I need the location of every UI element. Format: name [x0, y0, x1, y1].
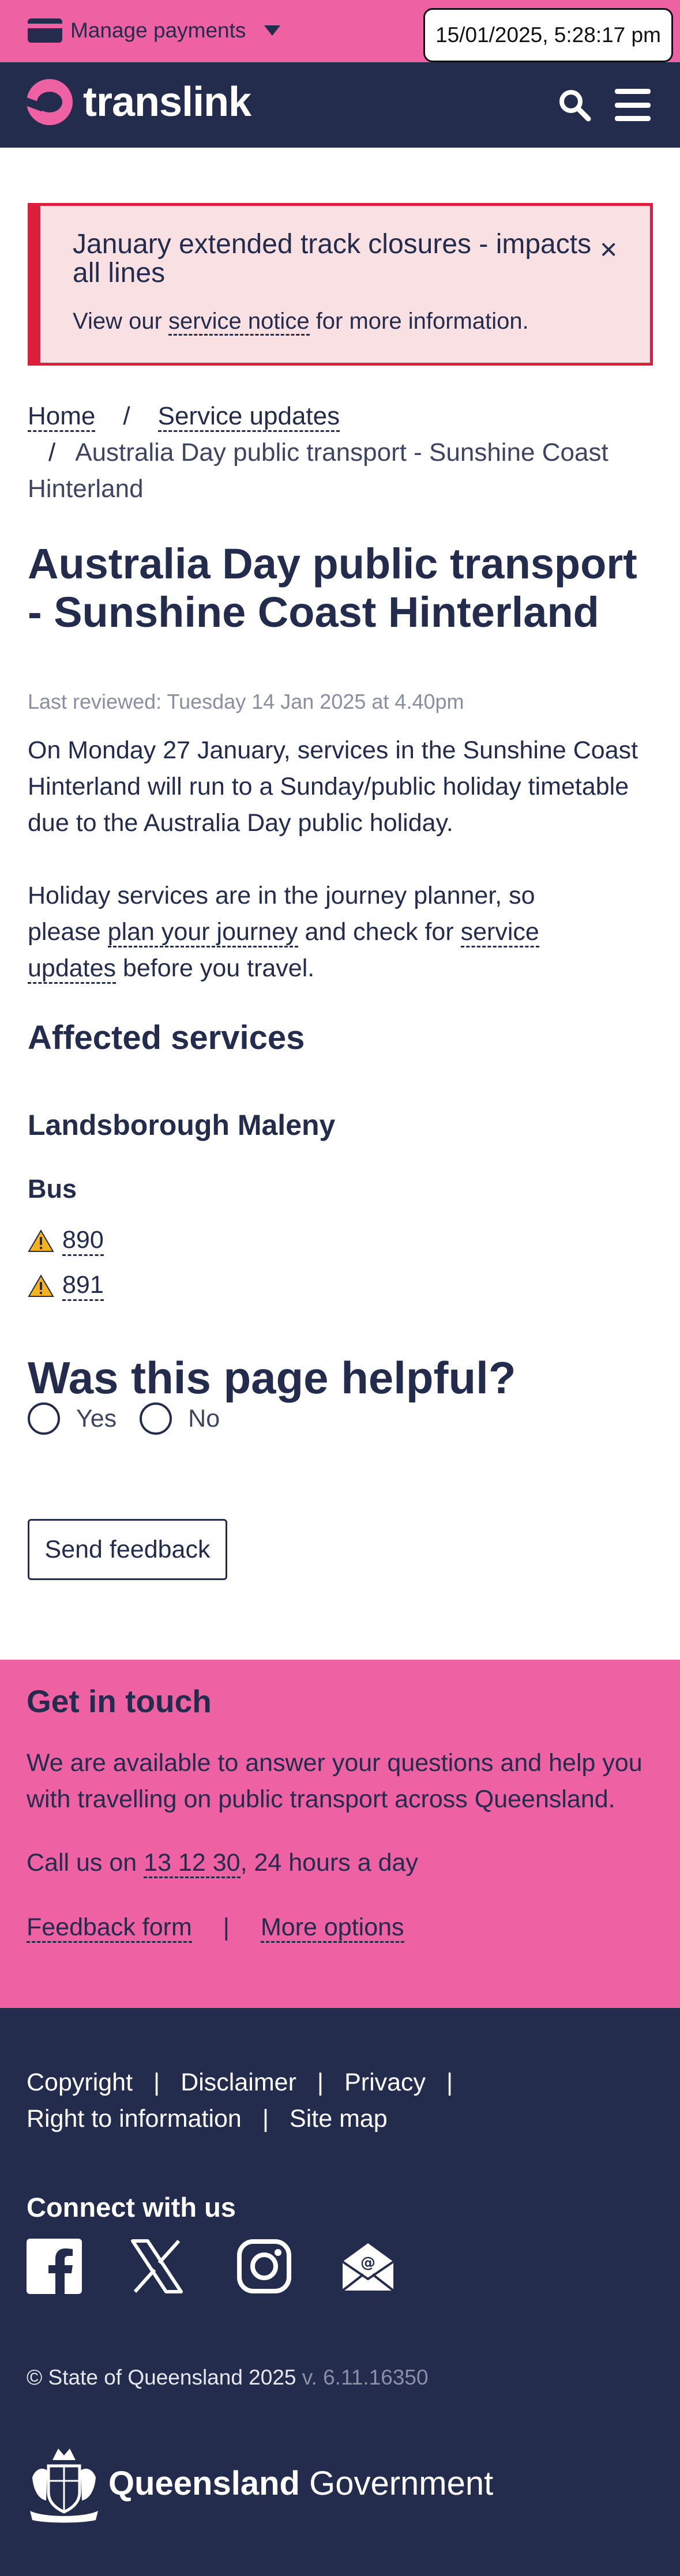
breadcrumb-separator: /: [48, 438, 56, 467]
site-header: translink: [0, 62, 680, 148]
contact-section: Get in touch We are available to answer …: [0, 1660, 680, 2008]
breadcrumb-service-updates[interactable]: Service updates: [157, 402, 340, 432]
x-icon[interactable]: [129, 2239, 185, 2294]
call-text-end: , 24 hours a day: [240, 1849, 418, 1876]
translink-logo[interactable]: translink: [27, 78, 251, 126]
coat-of-arms-icon: [30, 2449, 98, 2523]
link-separator: |: [223, 1913, 230, 1941]
alert-body: View our service notice for more informa…: [73, 309, 529, 336]
mode-heading: Bus: [28, 1174, 77, 1204]
journey-text-mid: and check for: [298, 918, 461, 946]
qg-bold: Queensland: [108, 2464, 300, 2502]
last-reviewed: Last reviewed: Tuesday 14 Jan 2025 at 4.…: [28, 690, 464, 713]
contact-links: Feedback form | More options: [27, 1913, 404, 1943]
service-item[interactable]: 891: [28, 1271, 104, 1301]
site-map-link[interactable]: Site map: [290, 2105, 388, 2133]
phone-link[interactable]: 13 12 30: [144, 1849, 241, 1878]
service-891-link[interactable]: 891: [62, 1271, 104, 1301]
yes-radio[interactable]: [28, 1402, 60, 1435]
yes-label[interactable]: Yes: [76, 1405, 117, 1433]
utility-bar: Manage payments 15/01/2025, 5:28:17 pm: [0, 0, 680, 62]
alert-title: January extended track closures - impact…: [73, 229, 592, 288]
alert-body-text: View our: [73, 309, 169, 334]
breadcrumb-home[interactable]: Home: [28, 402, 96, 432]
site-footer: Copyright | Disclaimer | Privacy | Right to i…: [0, 2008, 680, 2576]
service-890-link[interactable]: 890: [62, 1226, 104, 1256]
page-title: Australia Day public transport - Sunshin…: [28, 540, 637, 636]
contact-heading: Get in touch: [27, 1683, 212, 1719]
journey-text-end: before you travel.: [116, 954, 315, 982]
breadcrumb: Home / Service updates / Australia Day publ…: [28, 398, 656, 507]
manage-payments-button[interactable]: Manage payments: [28, 16, 281, 45]
alert-body-text-end: for more information.: [309, 309, 529, 334]
breadcrumb-current: Australia Day public transport - Sunshin…: [28, 438, 608, 503]
footer-separator: |: [446, 2069, 453, 2096]
intro-paragraph: On Monday 27 January, services in the Su…: [28, 736, 638, 837]
plan-your-journey-link[interactable]: plan your journey: [107, 918, 298, 947]
contact-call: Call us on 13 12 30, 24 hours a day: [27, 1849, 418, 1878]
payment-card-icon: [28, 18, 62, 43]
chevron-down-icon: [264, 25, 281, 36]
feedback-form-link[interactable]: Feedback form: [27, 1913, 192, 1943]
hamburger-menu-icon[interactable]: [615, 89, 651, 121]
queensland-government-wordmark: Queensland Government: [108, 2464, 493, 2503]
helpful-question: Was this page helpful?: [28, 1352, 516, 1403]
breadcrumb-separator: /: [123, 402, 130, 430]
warning-icon: [28, 1229, 54, 1252]
footer-separator: |: [317, 2069, 324, 2096]
search-icon[interactable]: [557, 88, 592, 122]
copyright-text: © State of Queensland 2025 v. 6.11.16350: [27, 2366, 429, 2390]
helpful-radio-group: Yes No: [28, 1402, 220, 1435]
privacy-link[interactable]: Privacy: [344, 2069, 426, 2096]
service-notice-link[interactable]: service notice: [168, 309, 310, 336]
copyright-link[interactable]: Copyright: [27, 2069, 133, 2096]
affected-services-heading: Affected services: [28, 1019, 305, 1056]
email-icon[interactable]: @: [340, 2239, 396, 2294]
service-item[interactable]: 890: [28, 1226, 104, 1256]
route-heading: Landsborough Maleny: [28, 1109, 336, 1141]
no-label[interactable]: No: [188, 1405, 220, 1433]
more-options-link[interactable]: More options: [260, 1913, 404, 1943]
copyright-label: © State of Queensland 2025: [27, 2366, 296, 2389]
translink-logo-icon: [27, 79, 73, 125]
alert-banner: January extended track closures - impact…: [28, 203, 653, 366]
disclaimer-link[interactable]: Disclaimer: [181, 2069, 296, 2096]
facebook-icon[interactable]: [27, 2239, 82, 2294]
footer-separator: |: [262, 2105, 269, 2133]
queensland-government-logo[interactable]: Queensland Government: [27, 2443, 493, 2524]
manage-payments-label: Manage payments: [70, 18, 246, 42]
warning-icon: [28, 1274, 54, 1297]
datetime-display: 15/01/2025, 5:28:17 pm: [423, 8, 673, 62]
call-text: Call us on: [27, 1849, 144, 1876]
connect-heading: Connect with us: [27, 2192, 236, 2222]
footer-legal-links: Copyright | Disclaimer | Privacy | Right to i…: [27, 2064, 661, 2137]
close-icon[interactable]: ×: [600, 232, 617, 267]
version-label: v. 6.11.16350: [302, 2366, 429, 2389]
journey-paragraph: Holiday services are in the journey plan…: [28, 878, 604, 987]
right-to-information-link[interactable]: Right to information: [27, 2105, 242, 2133]
brand-name: translink: [83, 79, 251, 125]
contact-description: We are available to answer your question…: [27, 1749, 643, 1813]
qg-light: Government: [309, 2464, 494, 2502]
no-radio[interactable]: [140, 1402, 172, 1435]
send-feedback-button[interactable]: Send feedback: [28, 1519, 227, 1580]
footer-separator: |: [153, 2069, 160, 2096]
svg-text:@: @: [360, 2254, 375, 2272]
instagram-icon[interactable]: [236, 2239, 292, 2294]
